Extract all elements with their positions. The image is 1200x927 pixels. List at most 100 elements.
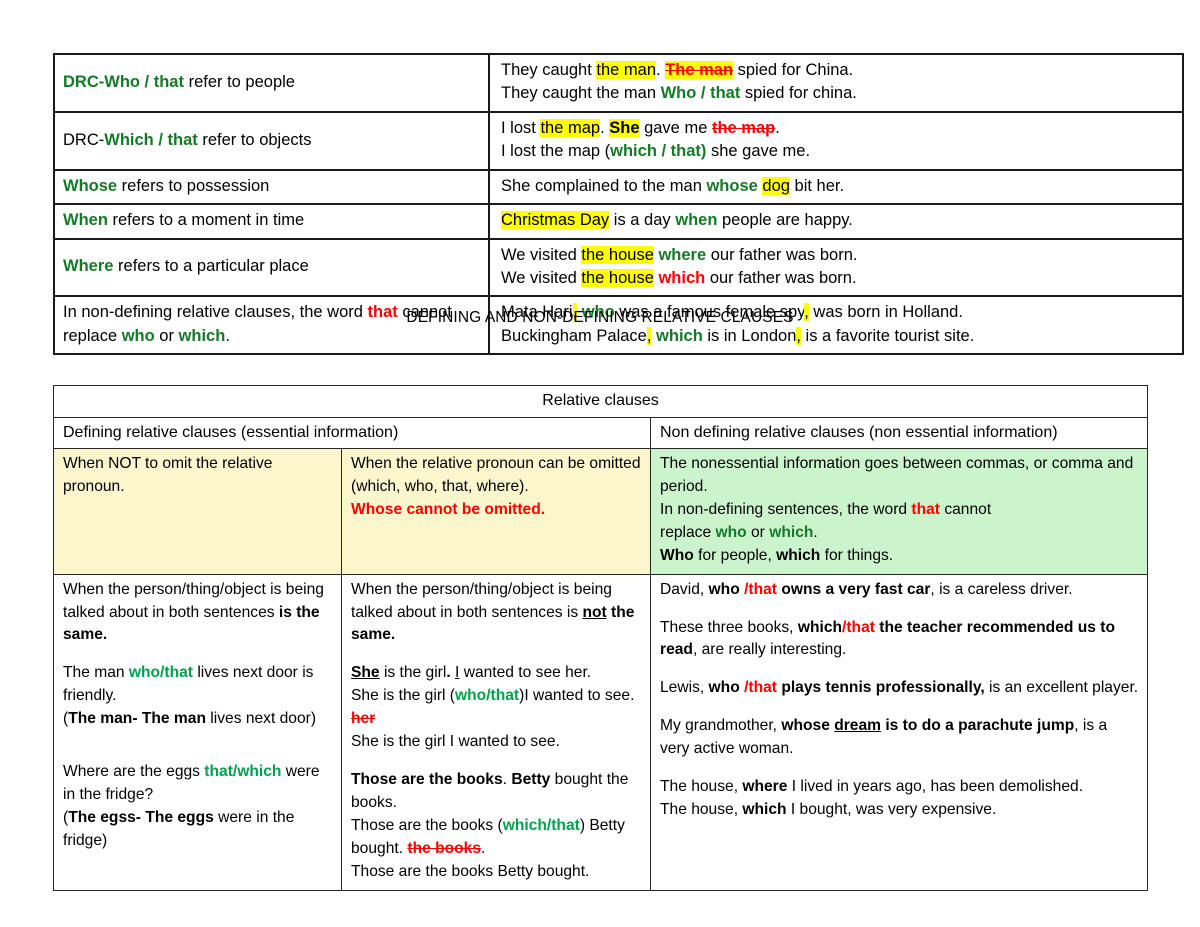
- text-run: she gave me.: [706, 142, 811, 161]
- text-run: She complained to the man: [501, 176, 707, 195]
- text-run: She: [609, 118, 640, 137]
- rule-cell: When refers to a moment in time: [53, 203, 490, 240]
- text-run: We visited: [501, 245, 582, 264]
- text-run: plays tennis professionally,: [776, 679, 985, 697]
- text-run: They caught the man: [501, 84, 661, 103]
- text-run: not: [582, 603, 607, 621]
- text-run: the map: [540, 118, 601, 137]
- text-run: our father was born.: [705, 268, 857, 287]
- text-line: Buckingham Palace, which is in London, i…: [501, 325, 1176, 348]
- text-run: .: [225, 326, 230, 345]
- text-run: which / that): [610, 142, 707, 161]
- text-run: who: [121, 326, 155, 345]
- text-line: When the relative pronoun can be omitted: [351, 453, 642, 476]
- text-run: )I wanted to see.: [519, 687, 635, 705]
- text-run: dog: [762, 176, 790, 195]
- text-run: is a favorite tourist site.: [800, 326, 975, 345]
- text-line: David, who /that owns a very fast car, i…: [660, 579, 1139, 602]
- body-cell-left: When the person/thing/object is being ta…: [53, 573, 342, 891]
- text-run: the map: [711, 118, 776, 137]
- text-line: We visited the house where our father wa…: [501, 244, 1176, 267]
- text-line: Those are the books (which/that) Betty b…: [351, 815, 642, 861]
- text-run: I lost: [501, 118, 541, 137]
- text-run: The man: [665, 61, 734, 79]
- text-run: which/that: [502, 816, 580, 834]
- text-run: When: [63, 211, 108, 230]
- text-line: She complained to the man whose dog bit …: [501, 175, 1176, 198]
- text-run: refers to a moment in time: [107, 211, 305, 230]
- text-run: wanted to see her.: [459, 664, 592, 682]
- text-run: When the person/thing/object is being ta…: [351, 580, 612, 621]
- text-run: They caught: [501, 61, 597, 79]
- summary-cell-right: The nonessential information goes betwee…: [649, 448, 1149, 575]
- table2-body: Relative clauses Defining relative claus…: [52, 385, 1149, 891]
- text-run: the house: [581, 245, 654, 264]
- text-line: They caught the man. The man spied for C…: [501, 59, 1176, 82]
- rule-cell: Whose refers to possession: [53, 168, 490, 206]
- text-run: When NOT to omit the relative pronoun.: [63, 455, 273, 495]
- example-cell: Christmas Day is a day when people are h…: [488, 203, 1184, 240]
- text-run: which: [658, 268, 706, 287]
- text-run: spied for china.: [740, 84, 857, 103]
- text-run: or: [154, 326, 179, 345]
- text-run: that: [911, 500, 940, 518]
- text-run: The house,: [660, 801, 743, 819]
- text-run: .: [446, 664, 456, 682]
- text-line: The man who/that lives next door is frie…: [63, 662, 333, 708]
- table-row: DRC-Which / that refer to objects I lost …: [53, 110, 1184, 171]
- text-run: the house: [581, 268, 654, 287]
- body-cell-right: David, who /that owns a very fast car, i…: [649, 573, 1149, 891]
- text-run: is in London: [702, 326, 797, 345]
- text-line: The nonessential information goes betwee…: [660, 453, 1139, 499]
- text-run: where: [742, 778, 788, 796]
- text-run: lives next door): [205, 710, 317, 728]
- text-run: refer to people: [183, 72, 295, 91]
- text-run: dream: [834, 717, 882, 735]
- example-cell: She complained to the man whose dog bit …: [488, 168, 1184, 206]
- text-line: In non-defining sentences, the word that…: [660, 499, 1139, 522]
- body-cell-middle: When the person/thing/object is being ta…: [341, 573, 651, 891]
- subheader-defining: Defining relative clauses (essential inf…: [53, 416, 651, 450]
- text-run: who: [708, 580, 745, 598]
- text-run: which: [776, 546, 821, 564]
- example-cell: I lost the map. She gave me the map. I lo…: [488, 110, 1184, 171]
- text-run: when: [675, 211, 718, 230]
- text-run: Which / that: [104, 130, 198, 149]
- text-line: We visited the house which our father wa…: [501, 267, 1176, 290]
- text-run: or: [746, 523, 770, 541]
- text-run: that/which: [204, 763, 282, 781]
- text-line: (which, who, that, where).: [351, 476, 642, 499]
- text-run: for people,: [693, 546, 777, 564]
- text-run: owns a very fast car: [776, 580, 931, 598]
- text-line: Lewis, who /that plays tennis profession…: [660, 677, 1139, 700]
- text-run: Betty: [511, 771, 551, 789]
- text-run: Those are the books (: [351, 816, 503, 834]
- text-run: which: [656, 326, 703, 345]
- text-line: The house, which I bought, was very expe…: [660, 799, 1139, 822]
- text-line: She is the girl I wanted to see.: [351, 731, 642, 754]
- table2-body-row: When the person/thing/object is being ta…: [53, 573, 1149, 891]
- text-run: for things.: [820, 546, 894, 564]
- text-run: .: [775, 118, 780, 137]
- table2-subheader-row: Defining relative clauses (essential inf…: [53, 416, 1149, 450]
- document-page: DRC-Who / that refer to people They caugh…: [0, 0, 1200, 927]
- text-run: , are really interesting.: [692, 641, 847, 659]
- text-run: is an excellent player.: [984, 679, 1139, 697]
- text-run: is the girl: [379, 664, 447, 682]
- text-line: Who for people, which for things.: [660, 545, 1139, 568]
- text-run: David,: [660, 580, 709, 598]
- text-run: The man: [63, 664, 129, 682]
- text-line: Whose cannot be omitted.: [351, 499, 642, 522]
- text-run: DRC-: [63, 130, 105, 149]
- text-run: I bought, was very expensive.: [786, 801, 997, 819]
- text-run: who/that: [455, 687, 520, 705]
- summary-cell-middle: When the relative pronoun can be omitted…: [341, 448, 651, 575]
- text-line: I lost the map (which / that) she gave m…: [501, 140, 1176, 163]
- text-line: She is the girl (who/that)I wanted to se…: [351, 685, 642, 731]
- text-run: whose: [706, 176, 758, 195]
- table-row: Whose refers to possession She complained…: [53, 168, 1184, 206]
